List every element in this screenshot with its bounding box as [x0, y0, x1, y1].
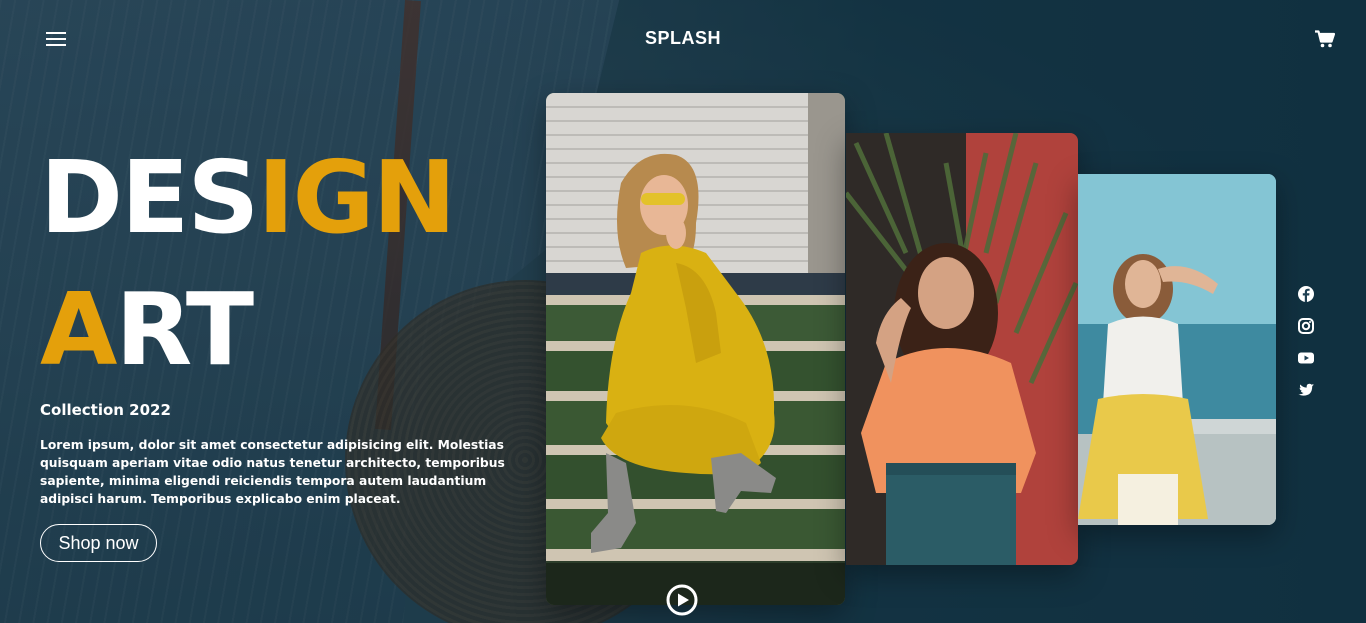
headline-line-1: DESIGN	[40, 132, 456, 264]
hero-headline: DESIGN ART	[40, 132, 456, 396]
twitter-icon[interactable]	[1297, 381, 1315, 399]
orange-shirt-photo	[846, 133, 1078, 565]
instagram-icon[interactable]	[1297, 317, 1315, 335]
headline-design-accent: IGN	[257, 139, 456, 256]
gallery-card-yellow-dress[interactable]	[546, 93, 845, 605]
seaside-photo	[1078, 174, 1276, 525]
headline-line-2: ART	[40, 264, 454, 396]
yellow-dress-photo	[546, 93, 845, 605]
shop-now-button[interactable]: Shop now	[40, 524, 157, 562]
gallery-card-orange-shirt[interactable]	[846, 133, 1078, 565]
headline-art-white: RT	[115, 271, 254, 388]
headline-art-accent: A	[40, 271, 117, 388]
hero-description: Lorem ipsum, dolor sit amet consectetur …	[40, 438, 505, 506]
collection-subtitle: Collection 2022	[40, 401, 171, 419]
facebook-icon[interactable]	[1297, 285, 1315, 303]
youtube-icon[interactable]	[1297, 349, 1315, 367]
social-links	[1297, 285, 1315, 413]
gallery-card-seaside[interactable]	[1078, 174, 1276, 525]
headline-design-white: DES	[40, 139, 259, 256]
hero-section: SPLASH DESIGN ART Collection 2022 Lorem …	[0, 0, 1366, 623]
play-circle-icon[interactable]	[666, 584, 698, 616]
brand-logo[interactable]: SPLASH	[0, 28, 1366, 49]
shopping-cart-icon[interactable]	[1315, 30, 1336, 48]
